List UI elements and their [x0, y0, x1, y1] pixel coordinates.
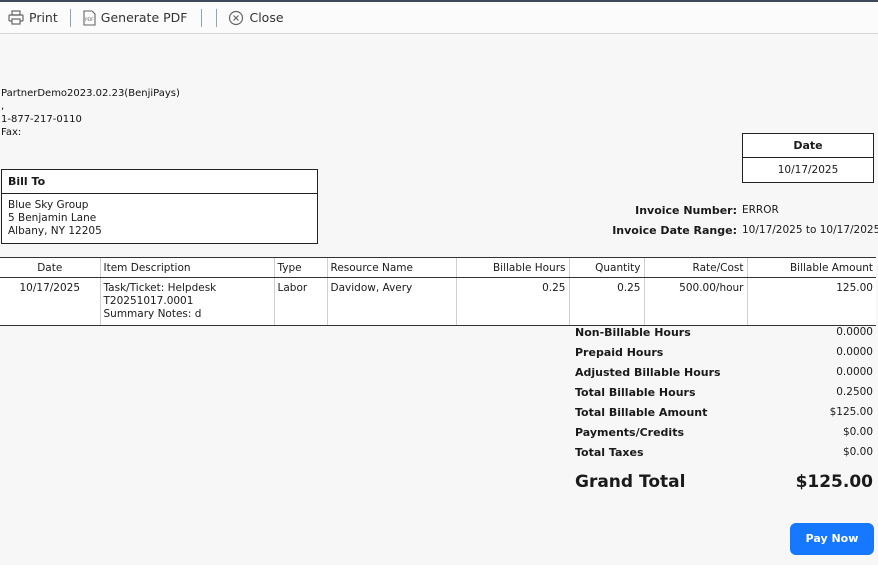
summary-value: $125.00	[829, 406, 873, 418]
summary-value: 0.0000	[836, 366, 873, 378]
cell-rate: 500.00/hour	[643, 277, 747, 326]
bill-to-line: 5 Benjamin Lane	[8, 212, 97, 224]
summary-label: Payments/Credits	[575, 426, 685, 439]
print-button[interactable]: Print	[8, 7, 58, 29]
summary-label: Total Billable Amount	[575, 406, 708, 419]
bill-to-header: Bill To	[2, 170, 317, 194]
invoice-number-value: ERROR	[742, 204, 779, 216]
table-header-row: Date Item Description Type Resource Name…	[0, 257, 876, 278]
summary-value: $0.00	[842, 426, 873, 438]
company-address: ,	[1, 101, 5, 112]
company-name: PartnerDemo2023.02.23(BenjiPays)	[1, 88, 180, 99]
close-label: Close	[249, 10, 284, 25]
summary-label: Non-Billable Hours	[575, 326, 691, 339]
printer-icon	[8, 10, 24, 25]
cell-description: Task/Ticket: Helpdesk T20251017.0001 Sum…	[99, 277, 274, 326]
col-header-resource: Resource Name	[326, 257, 456, 278]
invoice-range-value: 10/17/2025 to 10/17/2025	[742, 224, 878, 236]
grand-total-value: $125.00	[795, 472, 873, 492]
date-box: Date 10/17/2025	[742, 133, 874, 183]
invoice-page: PartnerDemo2023.02.23(BenjiPays) , 1-877…	[0, 34, 878, 565]
summary-value: 0.0000	[836, 326, 873, 338]
toolbar-separator	[216, 8, 218, 27]
date-box-value: 10/17/2025	[777, 164, 839, 176]
company-phone: 1-877-217-0110	[1, 114, 82, 125]
close-circle-icon	[228, 10, 244, 26]
generate-pdf-label: Generate PDF	[100, 10, 188, 25]
cell-amount: 125.00	[746, 277, 876, 326]
description-line: Summary Notes: d	[103, 308, 202, 320]
close-button[interactable]: Close	[228, 7, 284, 29]
description-line: Task/Ticket: Helpdesk	[103, 282, 217, 294]
summary-label: Prepaid Hours	[575, 346, 664, 359]
col-header-date: Date	[0, 257, 100, 278]
col-header-quantity: Quantity	[568, 257, 644, 278]
col-header-description: Item Description	[99, 257, 274, 278]
invoice-range-label: Invoice Date Range:	[612, 224, 737, 237]
summary-value: 0.2500	[836, 386, 873, 398]
pdf-icon: PDF	[83, 9, 96, 26]
bill-to-line: Albany, NY 12205	[8, 225, 102, 237]
svg-text:PDF: PDF	[85, 17, 94, 23]
col-header-amount: Billable Amount	[746, 257, 876, 278]
col-header-rate: Rate/Cost	[643, 257, 747, 278]
toolbar-separator	[69, 8, 71, 27]
print-label: Print	[29, 10, 58, 25]
summary-label: Adjusted Billable Hours	[575, 366, 721, 379]
grand-total-label: Grand Total	[575, 472, 686, 492]
date-box-header: Date	[743, 134, 873, 158]
cell-type: Labor	[273, 277, 327, 326]
generate-pdf-button[interactable]: PDF Generate PDF	[83, 7, 188, 29]
bill-to-box: Bill To Blue Sky Group 5 Benjamin Lane A…	[1, 169, 318, 244]
pay-now-button[interactable]: Pay Now	[790, 523, 874, 555]
cell-date: 10/17/2025	[0, 277, 100, 326]
summary-label: Total Billable Hours	[575, 386, 696, 399]
col-header-billable-hours: Billable Hours	[455, 257, 569, 278]
col-header-type: Type	[273, 257, 327, 278]
summary-value: 0.0000	[836, 346, 873, 358]
company-fax: Fax:	[1, 127, 22, 138]
company-info: PartnerDemo2023.02.23(BenjiPays) , 1-877…	[1, 87, 180, 139]
items-table: Date Item Description Type Resource Name…	[0, 257, 876, 326]
summary-value: $0.00	[842, 446, 873, 458]
cell-quantity: 0.25	[568, 277, 644, 326]
table-row: 10/17/2025 Task/Ticket: Helpdesk T202510…	[0, 277, 876, 326]
description-line: T20251017.0001	[103, 295, 194, 307]
toolbar-separator	[201, 8, 203, 27]
bill-to-line: Blue Sky Group	[8, 199, 89, 211]
cell-billable-hours: 0.25	[455, 277, 569, 326]
summary-label: Total Taxes	[575, 446, 644, 459]
invoice-number-label: Invoice Number:	[635, 204, 737, 217]
toolbar: Print PDF Generate PDF Close	[0, 2, 878, 34]
cell-resource: Davidow, Avery	[326, 277, 456, 326]
